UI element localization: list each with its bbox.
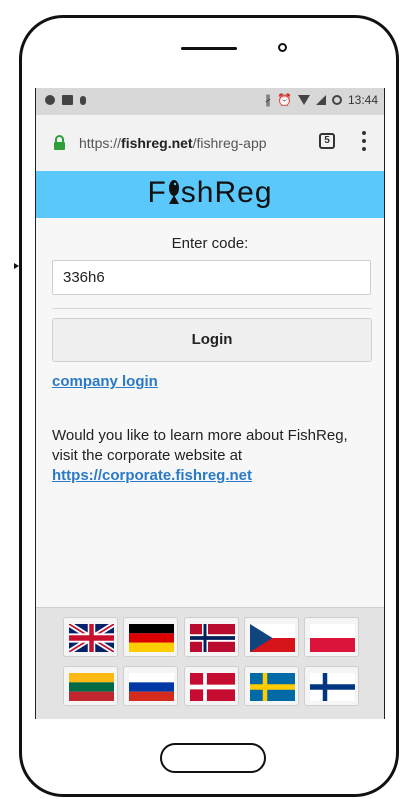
- status-bar: ∦ ⏰ 13:44: [36, 88, 384, 115]
- code-input[interactable]: [52, 260, 371, 295]
- flag-uk-button[interactable]: [63, 617, 118, 657]
- url-path: /fishreg-app: [192, 135, 267, 151]
- flag-czech-button[interactable]: [244, 617, 299, 657]
- message-icon: [45, 95, 55, 105]
- image-icon: [62, 95, 73, 105]
- notification-icon: [80, 95, 86, 105]
- info-paragraph: Would you like to learn more about FishR…: [52, 426, 372, 486]
- phone-speaker: [181, 47, 237, 50]
- flag-uk-icon: [69, 624, 114, 652]
- flag-lithuania-icon: [69, 673, 114, 701]
- flag-norway-icon: [190, 624, 235, 652]
- flag-germany-button[interactable]: [123, 617, 178, 657]
- phone-screen: ∦ ⏰ 13:44 https://fishreg.net/fishreg-ap…: [35, 88, 385, 719]
- logo-text-end: shReg: [180, 176, 273, 209]
- flag-russia-icon: [129, 673, 174, 701]
- fishreg-logo: FshReg: [36, 176, 384, 210]
- flag-finland-icon: [310, 673, 355, 701]
- flag-poland-icon: [310, 624, 355, 652]
- flag-russia-button[interactable]: [123, 666, 178, 706]
- url-domain: fishreg.net: [121, 135, 193, 151]
- signal-icon: [315, 95, 326, 105]
- lock-icon: [54, 135, 65, 150]
- status-time: 13:44: [347, 93, 378, 107]
- flag-lithuania-button[interactable]: [63, 666, 118, 706]
- flag-sweden-button[interactable]: [244, 666, 299, 706]
- bluetooth-icon: ∦: [265, 93, 272, 107]
- battery-icon: [331, 95, 342, 105]
- login-button[interactable]: Login: [52, 318, 372, 362]
- company-login-link[interactable]: company login: [52, 373, 158, 390]
- wifi-icon: [297, 95, 310, 105]
- phone-camera: [278, 43, 287, 52]
- logo-text-start: F: [147, 176, 167, 209]
- flag-sweden-icon: [250, 673, 295, 701]
- flag-czech-icon: [250, 624, 295, 652]
- url-text[interactable]: https://fishreg.net/fishreg-app: [79, 135, 267, 151]
- url-prefix: https://: [79, 135, 122, 151]
- app-header: FshReg: [36, 171, 384, 218]
- alarm-icon: ⏰: [277, 93, 292, 107]
- flag-poland-button[interactable]: [304, 617, 359, 657]
- flag-germany-icon: [129, 624, 174, 652]
- browser-url-bar[interactable]: https://fishreg.net/fishreg-app 5: [36, 115, 384, 172]
- flag-norway-button[interactable]: [184, 617, 239, 657]
- flag-denmark-icon: [190, 673, 235, 701]
- enter-code-label: Enter code:: [171, 235, 249, 252]
- fish-icon: [168, 180, 179, 204]
- info-text: Would you like to learn more about FishR…: [52, 427, 348, 464]
- divider: [52, 308, 372, 309]
- home-button[interactable]: [160, 743, 266, 773]
- flag-denmark-button[interactable]: [184, 666, 239, 706]
- language-bar: [36, 607, 384, 719]
- flag-finland-button[interactable]: [304, 666, 359, 706]
- corporate-website-link[interactable]: https://corporate.fishreg.net: [52, 467, 252, 484]
- tab-switcher-button[interactable]: 5: [319, 133, 335, 149]
- side-marker: [14, 263, 19, 269]
- overflow-menu-icon[interactable]: [362, 131, 366, 151]
